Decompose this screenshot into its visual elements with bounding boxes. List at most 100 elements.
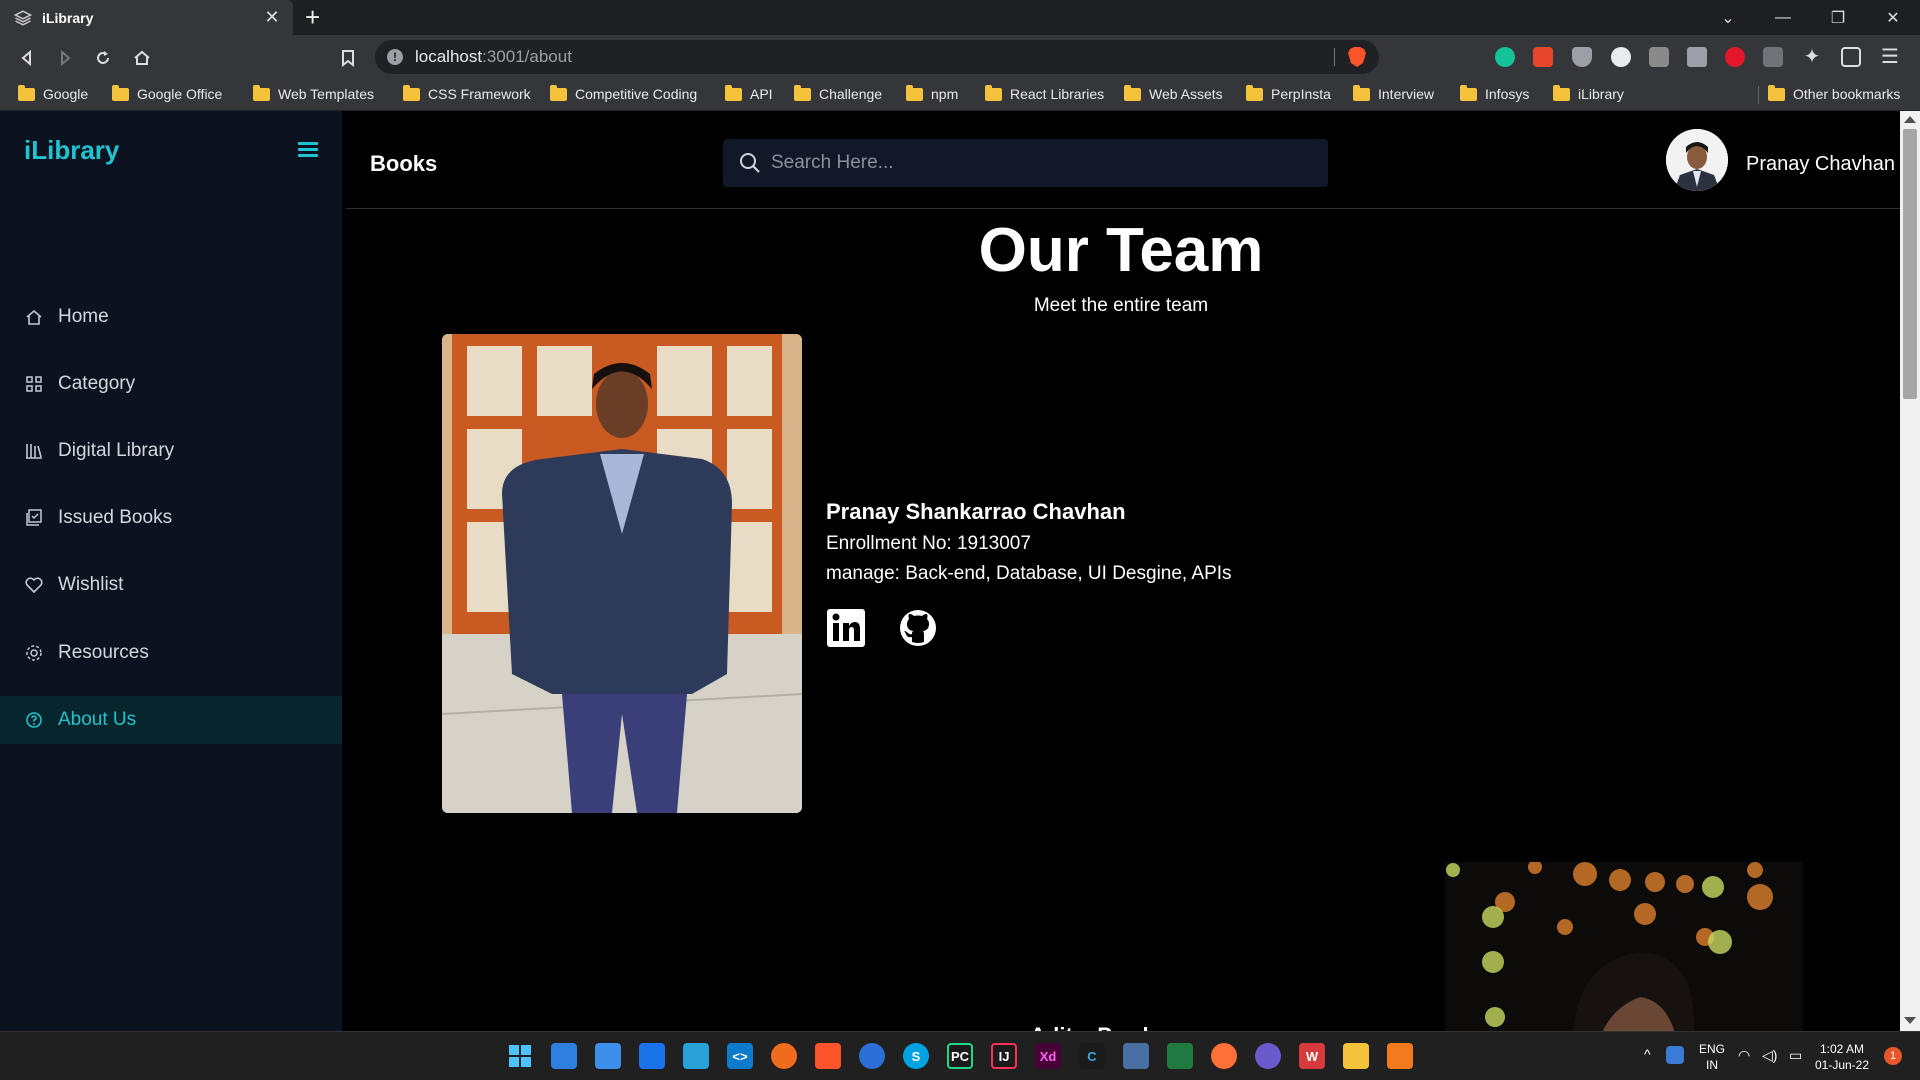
virtualbox-icon[interactable] bbox=[1123, 1043, 1149, 1069]
shield-extension-icon[interactable] bbox=[1572, 47, 1592, 67]
mail-icon[interactable] bbox=[639, 1043, 665, 1069]
scrollbar[interactable] bbox=[1900, 111, 1920, 1031]
close-tab-icon[interactable]: ✕ bbox=[263, 7, 281, 28]
volume-icon[interactable]: ◁) bbox=[1762, 1047, 1777, 1063]
sidebar-item-category[interactable]: Category bbox=[0, 360, 342, 408]
sidebar-item-about-us[interactable]: About Us bbox=[0, 696, 342, 744]
extension-icon[interactable] bbox=[1763, 47, 1783, 67]
github-icon[interactable] bbox=[898, 608, 938, 648]
brave-browser-icon[interactable] bbox=[815, 1043, 841, 1069]
extension-icon[interactable] bbox=[1725, 47, 1745, 67]
sidebar-item-label: About Us bbox=[58, 709, 137, 730]
notification-badge[interactable]: 1 bbox=[1884, 1047, 1902, 1065]
minimize-button[interactable]: — bbox=[1755, 0, 1811, 35]
skype-icon[interactable]: S bbox=[903, 1043, 929, 1069]
wifi-icon[interactable]: ◠ bbox=[1738, 1047, 1750, 1063]
xampp-icon[interactable] bbox=[1387, 1043, 1413, 1069]
clion-icon[interactable]: C bbox=[1079, 1043, 1105, 1069]
extension-icon[interactable] bbox=[1611, 47, 1631, 67]
app-icon[interactable] bbox=[859, 1043, 885, 1069]
wps-office-icon[interactable]: W bbox=[1299, 1043, 1325, 1069]
bookmark-google[interactable]: Google bbox=[18, 84, 89, 102]
home-button[interactable] bbox=[129, 45, 155, 71]
folder-icon bbox=[794, 84, 811, 101]
sidebar-item-home[interactable]: Home bbox=[0, 293, 342, 341]
forward-button[interactable] bbox=[52, 45, 78, 71]
menu-icon[interactable]: ☰ bbox=[1880, 47, 1900, 67]
restore-button[interactable]: ❐ bbox=[1810, 0, 1866, 35]
sidebar-item-resources[interactable]: Resources bbox=[0, 629, 342, 677]
puzzle-extensions-icon[interactable]: ✦ bbox=[1802, 47, 1822, 67]
bookmark-google-office[interactable]: Google Office bbox=[112, 84, 222, 102]
linkedin-icon[interactable] bbox=[826, 608, 866, 648]
intellij-icon[interactable]: IJ bbox=[991, 1043, 1017, 1069]
tab-search-button[interactable]: ⌄ bbox=[1700, 0, 1756, 35]
clock[interactable]: 1:02 AM 01-Jun-22 bbox=[1812, 1041, 1872, 1073]
bookmark-api[interactable]: API bbox=[725, 84, 773, 102]
folder-icon bbox=[550, 84, 567, 101]
other-bookmarks[interactable]: Other bookmarks bbox=[1768, 84, 1900, 102]
clock-time: 1:02 AM bbox=[1819, 1042, 1865, 1056]
bookmark-label: Google bbox=[43, 86, 89, 102]
bookmark-react-libraries[interactable]: React Libraries bbox=[985, 84, 1104, 102]
vscode-icon[interactable]: <> bbox=[727, 1043, 753, 1069]
bookmark-button[interactable] bbox=[335, 45, 361, 71]
windows-start-icon[interactable] bbox=[507, 1043, 533, 1069]
chevron-up-icon[interactable]: ^ bbox=[1644, 1046, 1651, 1062]
browser-tab-ilibrary[interactable]: iLibrary ✕ bbox=[0, 0, 293, 35]
store-icon[interactable] bbox=[595, 1043, 621, 1069]
onedrive-icon[interactable] bbox=[1666, 1046, 1684, 1064]
adobe-xd-icon[interactable]: Xd bbox=[1035, 1043, 1061, 1069]
site-info-icon[interactable]: ! bbox=[387, 49, 403, 65]
sidebar-item-digital-library[interactable]: Digital Library bbox=[0, 427, 342, 475]
scroll-down-arrow-icon[interactable] bbox=[1904, 1017, 1916, 1024]
bookmark-perpinsta[interactable]: PerpInsta bbox=[1246, 84, 1331, 102]
bookmark-competitive-coding[interactable]: Competitive Coding bbox=[550, 84, 698, 102]
bookmark-label: iLibrary bbox=[1578, 86, 1624, 102]
reload-button[interactable] bbox=[90, 45, 116, 71]
grammarly-extension-icon[interactable] bbox=[1495, 47, 1515, 67]
extension-icon[interactable] bbox=[1649, 47, 1669, 67]
close-window-button[interactable]: ✕ bbox=[1865, 0, 1920, 35]
bookmark-web-assets[interactable]: Web Assets bbox=[1124, 84, 1223, 102]
search-icon bbox=[740, 153, 760, 173]
search-box[interactable] bbox=[723, 139, 1328, 187]
address-bar[interactable]: ! localhost:3001/about bbox=[375, 40, 1379, 74]
wallet-icon[interactable] bbox=[1841, 47, 1861, 67]
user-name[interactable]: Pranay Chavhan bbox=[1746, 153, 1895, 176]
bookmark-web-templates[interactable]: Web Templates bbox=[253, 84, 374, 102]
firefox-icon[interactable] bbox=[1211, 1043, 1237, 1069]
avatar[interactable] bbox=[1666, 129, 1728, 191]
language-code: ENG bbox=[1698, 1042, 1725, 1056]
remote-desktop-icon[interactable] bbox=[683, 1043, 709, 1069]
battery-icon[interactable]: ▭ bbox=[1789, 1047, 1802, 1063]
bookmark-npm[interactable]: npm bbox=[906, 84, 958, 102]
postman-icon[interactable] bbox=[771, 1043, 797, 1069]
bookmark-infosys[interactable]: Infosys bbox=[1460, 84, 1529, 102]
sidebar-item-wishlist[interactable]: Wishlist bbox=[0, 561, 342, 609]
bookmark-interview[interactable]: Interview bbox=[1353, 84, 1434, 102]
language-indicator[interactable]: ENG IN bbox=[1696, 1041, 1728, 1073]
back-button[interactable] bbox=[14, 45, 40, 71]
bookmark-challenge[interactable]: Challenge bbox=[794, 84, 882, 102]
app-icon[interactable] bbox=[1167, 1043, 1193, 1069]
brand-logo[interactable]: iLibrary bbox=[24, 135, 119, 166]
bookmark-label: Competitive Coding bbox=[575, 86, 698, 102]
sidebar-item-issued-books[interactable]: Issued Books bbox=[0, 494, 342, 542]
scrollbar-thumb[interactable] bbox=[1903, 129, 1917, 399]
pycharm-icon[interactable]: PC bbox=[947, 1043, 973, 1069]
bookmark-css-framework[interactable]: CSS Framework bbox=[403, 84, 531, 102]
camera-extension-icon[interactable] bbox=[1687, 47, 1707, 67]
hamburger-menu-icon[interactable] bbox=[298, 142, 318, 160]
scroll-up-arrow-icon[interactable] bbox=[1904, 116, 1916, 123]
extension-icon[interactable] bbox=[1533, 47, 1553, 67]
search-input[interactable] bbox=[771, 152, 1291, 174]
app-icon[interactable] bbox=[1255, 1043, 1281, 1069]
member-name: Pranay Shankarrao Chavhan bbox=[826, 499, 1126, 524]
widgets-icon[interactable] bbox=[551, 1043, 577, 1069]
member-photo bbox=[442, 334, 802, 813]
brave-shields-icon[interactable] bbox=[1347, 46, 1367, 68]
bookmark-ilibrary[interactable]: iLibrary bbox=[1553, 84, 1624, 102]
file-explorer-icon[interactable] bbox=[1343, 1043, 1369, 1069]
new-tab-button[interactable]: + bbox=[305, 4, 320, 30]
